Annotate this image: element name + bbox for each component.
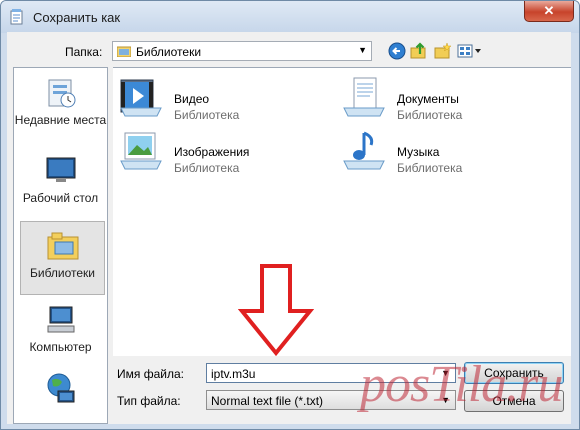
network-icon (47, 373, 74, 403)
library-item[interactable]: Видео Библиотека (117, 74, 317, 122)
library-type: Библиотека (397, 161, 463, 175)
folder-select[interactable]: Библиотеки ▼ (112, 41, 372, 61)
library-item[interactable]: Документы Библиотека (340, 74, 540, 122)
place-label: Компьютер (29, 340, 92, 354)
filename-value: iptv.m3u (211, 367, 256, 381)
library-name: Музыка (397, 145, 440, 159)
chevron-down-icon: ▼ (358, 45, 367, 55)
close-button[interactable]: ✕ (524, 1, 574, 22)
libraries-icon (47, 232, 78, 260)
library-item[interactable]: Изображения Библиотека (117, 127, 317, 175)
library-name: Видео (174, 92, 210, 106)
folder-label: Папка: (65, 45, 103, 59)
libraries-small-icon (117, 46, 131, 57)
watermark-text: posTila.ru (360, 356, 563, 413)
filetype-value: Normal text file (*.txt) (211, 394, 324, 408)
recent-places-icon (48, 79, 75, 108)
place-libraries[interactable]: Библиотеки (20, 221, 105, 295)
place-computer[interactable]: Компьютер (14, 303, 107, 354)
place-label: Рабочий стол (22, 191, 99, 205)
library-name: Документы (397, 92, 459, 106)
documents-library-icon (343, 77, 385, 117)
filetype-label: Тип файла: (117, 394, 181, 408)
video-library-icon (120, 79, 162, 117)
place-label: Библиотеки (29, 266, 95, 280)
library-type: Библиотека (174, 161, 240, 175)
filename-label: Имя файла: (117, 367, 184, 381)
library-type: Библиотека (174, 108, 240, 122)
places-bar: Недавние места Рабочий стол Библиотеки К… (13, 67, 108, 424)
new-folder-icon[interactable] (432, 41, 452, 61)
folder-value: Библиотеки (136, 45, 202, 59)
music-library-icon (343, 131, 385, 170)
pictures-library-icon (120, 132, 162, 170)
file-list-view[interactable]: Видео Библиотека Документы Библиотека Из… (113, 67, 571, 357)
library-name: Изображения (174, 145, 250, 159)
desktop-icon (46, 157, 75, 182)
up-folder-icon[interactable] (409, 41, 429, 61)
red-arrow-annotation (238, 264, 314, 357)
notepad-icon (10, 9, 23, 25)
title-bar[interactable]: Сохранить как ✕ (1, 1, 579, 33)
place-network[interactable] (14, 371, 107, 408)
watermark: posTila.ru (360, 355, 563, 414)
back-icon[interactable] (387, 41, 407, 61)
place-desktop[interactable]: Рабочий стол (14, 154, 107, 205)
computer-icon (47, 306, 74, 333)
views-menu-icon[interactable] (456, 41, 484, 61)
place-recent[interactable]: Недавние места (14, 76, 107, 127)
library-item[interactable]: Музыка Библиотека (340, 127, 540, 175)
library-type: Библиотека (397, 108, 463, 122)
place-label: Недавние места (14, 113, 107, 127)
window-title: Сохранить как (33, 10, 121, 25)
